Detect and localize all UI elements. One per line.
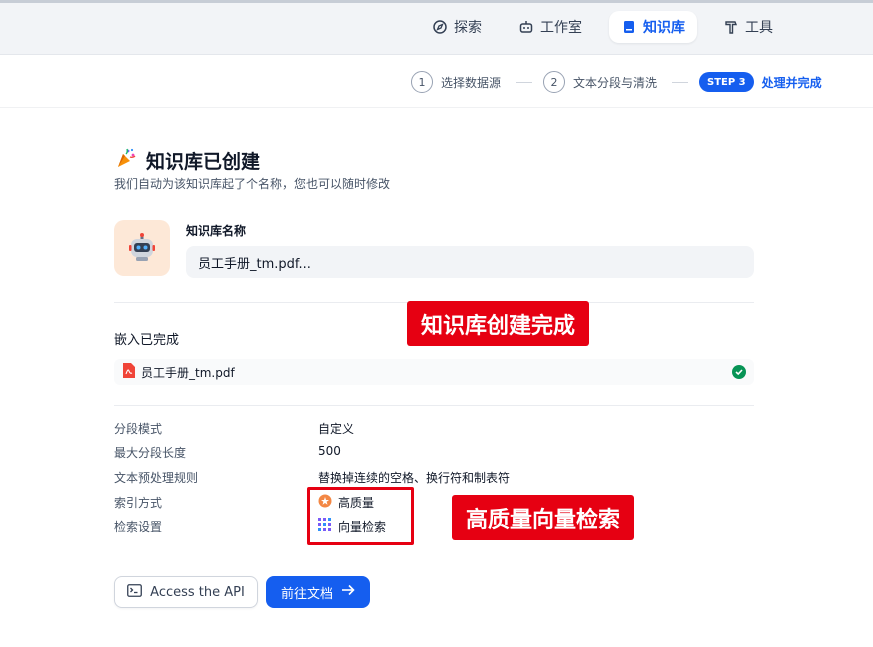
page-title-text: 知识库已创建: [146, 151, 261, 173]
setting-key-max-length: 最大分段长度: [114, 446, 187, 460]
pdf-file-icon: [122, 363, 135, 381]
step-2-number: 2: [543, 71, 565, 93]
step-1-number: 1: [411, 71, 433, 93]
step-2: 2 文本分段与清洗: [543, 71, 657, 93]
section-divider: [114, 405, 754, 406]
terminal-icon: [127, 583, 143, 601]
setting-value-segment-mode: 自定义: [318, 422, 355, 436]
embed-status-label: 嵌入已完成: [114, 333, 180, 348]
embedded-file-name: 员工手册_tm.pdf: [141, 365, 235, 380]
step-1: 1 选择数据源: [411, 71, 501, 93]
embedded-file-row[interactable]: 员工手册_tm.pdf: [114, 359, 754, 385]
setting-value-preprocess: 替换掉连续的空格、换行符和制表符: [318, 471, 511, 485]
setting-key-index-mode: 索引方式: [114, 496, 163, 510]
compass-icon: [432, 19, 448, 35]
setting-key-segment-mode: 分段模式: [114, 422, 163, 436]
annotation-highlight-box: [307, 487, 414, 545]
page-title: 知识库已创建: [114, 146, 260, 175]
nav-tools[interactable]: 工具: [711, 11, 785, 43]
nav-studio[interactable]: 工作室: [506, 11, 594, 43]
access-api-button[interactable]: Access the API: [114, 576, 258, 608]
annotation-created: 知识库创建完成: [407, 301, 589, 346]
go-to-documents-button[interactable]: 前往文档: [266, 576, 370, 608]
step-separator: [672, 82, 688, 83]
check-circle-icon: [732, 365, 746, 379]
step-indicator: 1 选择数据源 2 文本分段与清洗 STEP 3 处理并完成: [0, 56, 873, 108]
step-3-badge: STEP 3: [699, 72, 754, 92]
step-3-label: 处理并完成: [761, 75, 822, 90]
nav-explore-label: 探索: [454, 20, 482, 36]
arrow-right-icon: [341, 584, 355, 600]
setting-value-max-length: 500: [318, 444, 341, 458]
step-separator: [516, 82, 532, 83]
book-icon: [621, 19, 637, 35]
page-subtitle: 我们自动为该知识库起了个名称，您也可以随时修改: [114, 177, 391, 191]
setting-key-preprocess: 文本预处理规则: [114, 471, 199, 485]
robot-icon: [518, 19, 534, 35]
step-3: STEP 3 处理并完成: [699, 71, 822, 93]
go-to-documents-label: 前往文档: [280, 586, 333, 602]
party-popper-icon: [114, 146, 138, 175]
avatar[interactable]: [114, 220, 170, 276]
robot-avatar-icon: [129, 233, 155, 261]
annotation-vector: 高质量向量检索: [452, 495, 634, 540]
access-api-label: Access the API: [150, 584, 245, 600]
hammer-icon: [723, 19, 739, 35]
knowledge-name-input[interactable]: [186, 246, 754, 278]
nav-tools-label: 工具: [745, 20, 773, 36]
knowledge-name-label: 知识库名称: [186, 224, 247, 238]
setting-key-retrieval: 检索设置: [114, 520, 163, 534]
top-navigation: 探索 工作室 知识库 工具: [0, 3, 873, 55]
step-2-label: 文本分段与清洗: [573, 75, 658, 90]
step-1-label: 选择数据源: [441, 75, 502, 90]
nav-knowledge[interactable]: 知识库: [609, 11, 697, 43]
nav-knowledge-label: 知识库: [643, 20, 685, 36]
nav-studio-label: 工作室: [540, 20, 582, 36]
nav-explore[interactable]: 探索: [420, 11, 494, 43]
